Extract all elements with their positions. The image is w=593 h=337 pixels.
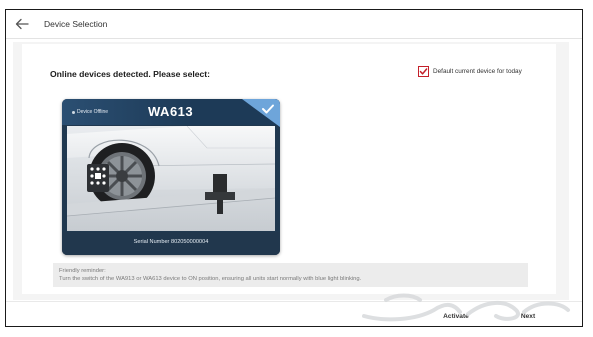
default-device-checkbox[interactable] [418,66,429,77]
reminder-text: Turn the switch of the WA913 or WA613 de… [59,276,362,282]
check-icon [262,104,274,114]
device-model: WA613 [148,104,194,119]
device-card[interactable]: Device Offline WA613 Serial Number 80205… [62,99,280,255]
check-icon [419,68,428,75]
page-title: Device Selection [44,19,108,29]
serial-number: Serial Number 802050000004 [133,239,209,245]
device-photo [67,126,275,231]
section-heading: Online devices detected. Please select: [50,69,211,79]
content-area: Online devices detected. Please select: … [13,42,569,300]
default-device-label: Default current device for today [433,68,522,75]
device-status: Device Offline [72,109,108,115]
selection-panel: Online devices detected. Please select: … [22,44,556,294]
reminder-title: Friendly reminder: [59,268,106,274]
watermark-logo [362,293,570,322]
dot-icon [72,110,75,114]
title-bar: Device Selection [6,10,582,39]
default-device-option[interactable]: Default current device for today [418,66,522,77]
back-arrow-icon[interactable] [14,16,30,32]
device-status-label: Device Offline [77,109,109,115]
app-window: Device Selection Online devices detected… [5,9,583,327]
friendly-reminder: Friendly reminder: Turn the switch of th… [53,263,528,287]
